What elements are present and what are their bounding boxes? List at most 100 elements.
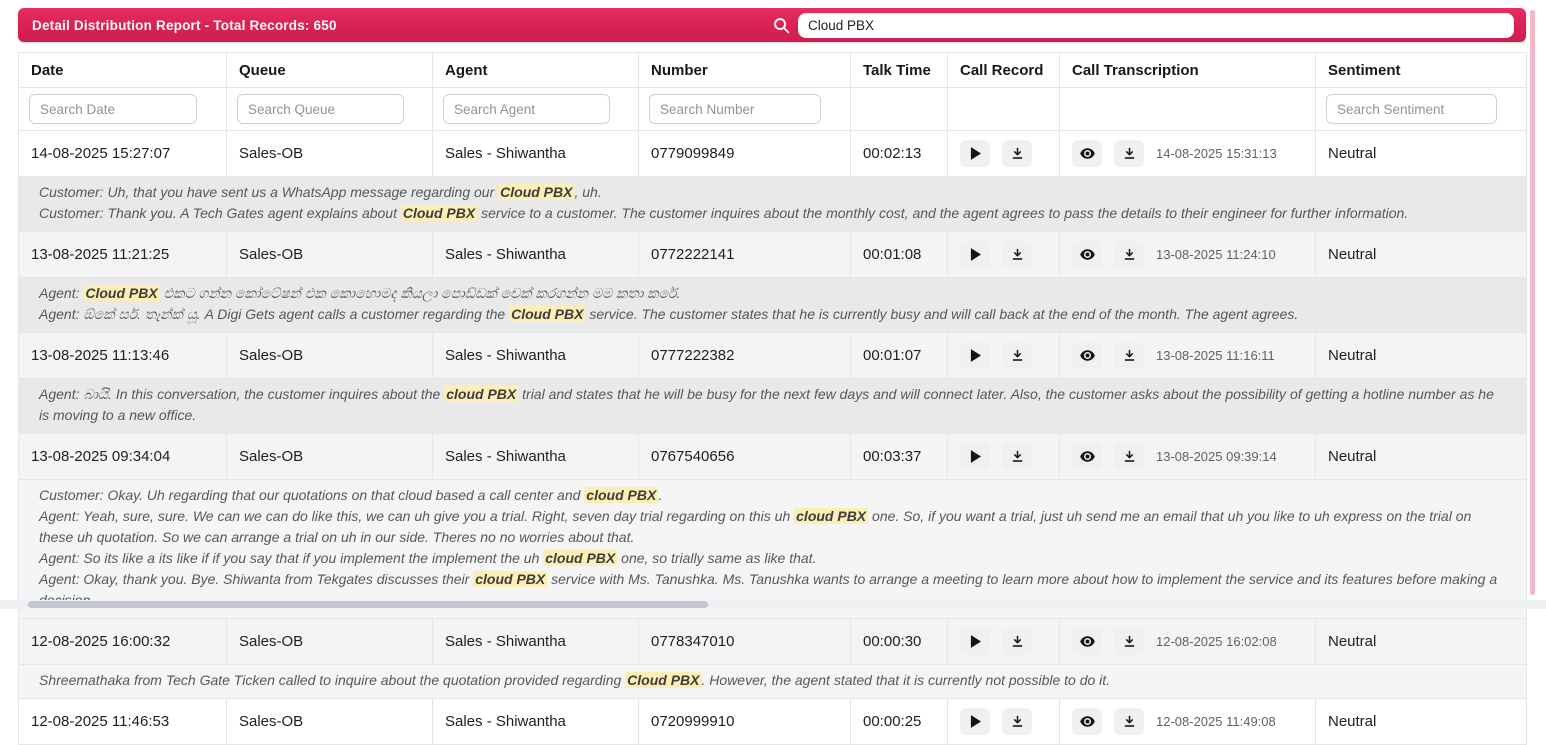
filter-input-sentiment[interactable] xyxy=(1326,94,1497,124)
transcript-text: Customer: Okay. Uh regarding that our qu… xyxy=(39,487,584,503)
call-record-cell xyxy=(948,699,1060,745)
table-body: 14-08-2025 15:27:07Sales-OBSales - Shiwa… xyxy=(19,131,1527,745)
records-table: DateQueueAgentNumberTalk TimeCall Record… xyxy=(18,52,1527,745)
filter-input-number[interactable] xyxy=(649,94,821,124)
highlighted-term: cloud PBX xyxy=(444,386,518,402)
transcript-text: Agent: ඕකේ සර්. තෑන්ක් යූ. A Digi Gets a… xyxy=(39,306,509,322)
play-record-button[interactable] xyxy=(960,140,990,167)
transcript-text: Agent: Okay, thank you. Bye. Shiwanta fr… xyxy=(39,571,473,587)
talk-time-cell: 00:00:30 xyxy=(851,619,948,665)
agent-cell: Sales - Shiwantha xyxy=(433,232,639,278)
transcript-row: Customer: Okay. Uh regarding that our qu… xyxy=(19,480,1527,619)
filter-input-queue[interactable] xyxy=(237,94,404,124)
call-record-cell xyxy=(948,619,1060,665)
search-icon xyxy=(773,17,790,34)
download-transcription-button[interactable] xyxy=(1114,140,1144,167)
view-transcription-button[interactable] xyxy=(1072,140,1102,167)
play-record-button[interactable] xyxy=(960,342,990,369)
download-transcription-button[interactable] xyxy=(1114,443,1144,470)
talk-time-cell: 00:01:08 xyxy=(851,232,948,278)
transcript-text: one, so trially same as like that. xyxy=(617,550,816,566)
download-transcription-button[interactable] xyxy=(1114,241,1144,268)
column-header-number: Number xyxy=(639,53,851,88)
download-transcription-button[interactable] xyxy=(1114,628,1144,655)
date-cell: 13-08-2025 09:34:04 xyxy=(19,434,227,480)
talk-time-cell: 00:02:13 xyxy=(851,131,948,177)
download-record-button[interactable] xyxy=(1002,241,1032,268)
queue-cell: Sales-OB xyxy=(227,333,433,379)
highlighted-term: Cloud PBX xyxy=(401,205,477,221)
download-record-button[interactable] xyxy=(1002,708,1032,735)
filter-cell-date xyxy=(19,88,227,131)
view-transcription-button[interactable] xyxy=(1072,628,1102,655)
play-record-button[interactable] xyxy=(960,241,990,268)
column-header-call-transcription: Call Transcription xyxy=(1060,53,1316,88)
filter-row xyxy=(19,88,1527,131)
transcript-line: Shreemathaka from Tech Gate Ticken calle… xyxy=(39,670,1506,691)
transcript-text: Agent: So its like a its like if if you … xyxy=(39,550,543,566)
transcription-timestamp: 14-08-2025 15:31:13 xyxy=(1156,146,1277,161)
play-record-button[interactable] xyxy=(960,443,990,470)
view-transcription-button[interactable] xyxy=(1072,241,1102,268)
call-transcription-cell: 14-08-2025 15:31:13 xyxy=(1060,131,1316,177)
agent-cell: Sales - Shiwantha xyxy=(433,619,639,665)
filter-input-date[interactable] xyxy=(29,94,197,124)
play-record-button[interactable] xyxy=(960,628,990,655)
column-header-call-record: Call Record xyxy=(948,53,1060,88)
report-page: Detail Distribution Report - Total Recor… xyxy=(0,0,1546,745)
view-transcription-button[interactable] xyxy=(1072,443,1102,470)
column-header-row: DateQueueAgentNumberTalk TimeCall Record… xyxy=(19,53,1527,88)
transcript-row: Customer: Uh, that you have sent us a Wh… xyxy=(19,177,1527,232)
play-record-button[interactable] xyxy=(960,708,990,735)
global-search-input[interactable] xyxy=(798,13,1514,38)
talk-time-cell: 00:00:25 xyxy=(851,699,948,745)
filter-input-agent[interactable] xyxy=(443,94,610,124)
vertical-scrollbar[interactable] xyxy=(1530,10,1535,595)
transcription-timestamp: 12-08-2025 16:02:08 xyxy=(1156,634,1277,649)
download-record-button[interactable] xyxy=(1002,628,1032,655)
queue-cell: Sales-OB xyxy=(227,619,433,665)
transcript-line: Agent: බායි. In this conversation, the c… xyxy=(39,384,1506,426)
download-transcription-button[interactable] xyxy=(1114,342,1144,369)
highlighted-term: Cloud PBX xyxy=(83,285,159,301)
transcript-cell: Agent: Cloud PBX එකට ගන්න කෝටේෂන් එක කොහ… xyxy=(19,278,1527,333)
transcript-text: service. The customer states that he is … xyxy=(585,306,1298,322)
call-transcription-cell: 12-08-2025 11:49:08 xyxy=(1060,699,1316,745)
download-record-button[interactable] xyxy=(1002,342,1032,369)
view-transcription-button[interactable] xyxy=(1072,708,1102,735)
view-transcription-button[interactable] xyxy=(1072,342,1102,369)
call-transcription-cell: 12-08-2025 16:02:08 xyxy=(1060,619,1316,665)
horizontal-scrollbar-thumb[interactable] xyxy=(28,601,708,608)
table-row: 12-08-2025 16:00:32Sales-OBSales - Shiwa… xyxy=(19,619,1527,665)
date-cell: 12-08-2025 11:46:53 xyxy=(19,699,227,745)
call-record-cell xyxy=(948,131,1060,177)
transcription-timestamp: 12-08-2025 11:49:08 xyxy=(1156,714,1276,729)
call-record-cell xyxy=(948,232,1060,278)
column-header-date: Date xyxy=(19,53,227,88)
transcript-line: Customer: Okay. Uh regarding that our qu… xyxy=(39,485,1506,506)
transcript-cell: Agent: බායි. In this conversation, the c… xyxy=(19,379,1527,434)
download-record-button[interactable] xyxy=(1002,443,1032,470)
transcription-timestamp: 13-08-2025 09:39:14 xyxy=(1156,449,1277,464)
column-header-sentiment: Sentiment xyxy=(1316,53,1527,88)
column-header-agent: Agent xyxy=(433,53,639,88)
date-cell: 13-08-2025 11:21:25 xyxy=(19,232,227,278)
queue-cell: Sales-OB xyxy=(227,699,433,745)
sentiment-cell: Neutral xyxy=(1316,333,1527,379)
transcript-text: Customer: Uh, that you have sent us a Wh… xyxy=(39,184,498,200)
download-record-button[interactable] xyxy=(1002,140,1032,167)
call-transcription-cell: 13-08-2025 11:16:11 xyxy=(1060,333,1316,379)
horizontal-scrollbar[interactable] xyxy=(0,600,1546,609)
download-transcription-button[interactable] xyxy=(1114,708,1144,735)
transcript-text: Customer: Thank you. A Tech Gates agent … xyxy=(39,205,401,221)
report-header: Detail Distribution Report - Total Recor… xyxy=(18,8,1526,42)
highlighted-term: Cloud PBX xyxy=(498,184,574,200)
sentiment-cell: Neutral xyxy=(1316,434,1527,480)
number-cell: 0767540656 xyxy=(639,434,851,480)
transcription-timestamp: 13-08-2025 11:16:11 xyxy=(1156,348,1275,363)
number-cell: 0779099849 xyxy=(639,131,851,177)
sentiment-cell: Neutral xyxy=(1316,619,1527,665)
date-cell: 14-08-2025 15:27:07 xyxy=(19,131,227,177)
transcript-text: Agent: බායි. In this conversation, the c… xyxy=(39,386,444,402)
highlighted-term: cloud PBX xyxy=(794,508,868,524)
